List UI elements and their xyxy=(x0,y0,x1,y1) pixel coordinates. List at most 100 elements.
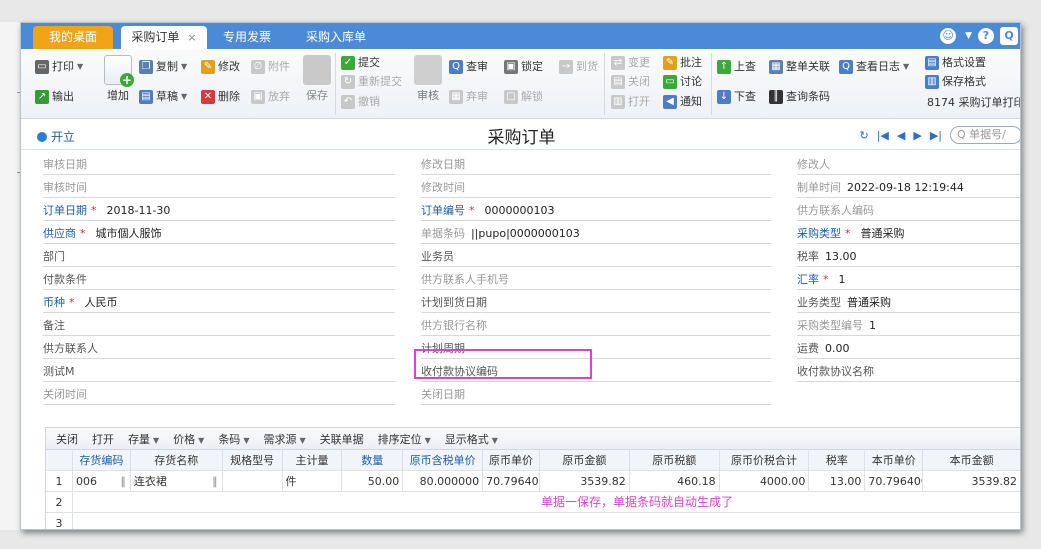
next-query-button[interactable]: ↓ 下查 xyxy=(717,87,756,107)
to-goods-button[interactable]: → 到货 xyxy=(559,57,598,77)
field-order-date[interactable]: 订单日期 * 2018-11-30 xyxy=(43,201,395,221)
revoke-button[interactable]: ↶ 撤销 xyxy=(341,92,380,112)
cell-unit[interactable]: 件 xyxy=(283,471,343,491)
col-header-code[interactable]: 存货编码 xyxy=(73,450,131,470)
col-header-name[interactable]: 存货名称 xyxy=(131,450,223,470)
first-record-icon[interactable]: |◀ xyxy=(877,129,889,142)
abandon-button[interactable]: ▣ 放弃 xyxy=(251,87,290,107)
table-row[interactable]: 2 xyxy=(46,492,1020,513)
table-row[interactable]: 1 006 ∥ 连衣裙 ∥ 件 50.00 80.000000 70.796400 … xyxy=(46,471,1020,492)
grid-linked-doc-button[interactable]: 关联单据 xyxy=(320,431,364,447)
col-header-qty[interactable]: 数量 xyxy=(342,450,404,470)
change-button[interactable]: ⇄ 变更 xyxy=(611,53,650,73)
query-barcode-button[interactable]: ║ 查询条码 xyxy=(769,87,830,107)
field-supplier-contact-code[interactable]: 供方联系人编码 xyxy=(797,201,1020,221)
grid-close-button[interactable]: 关闭 xyxy=(56,431,78,447)
col-header-local-amount[interactable]: 本币金额 xyxy=(923,450,1020,470)
field-creator-time[interactable]: 制单时间 2022-09-18 12:19:44 xyxy=(797,178,1020,198)
cell-code[interactable]: 006 ∥ xyxy=(73,471,131,491)
field-close-date[interactable]: 关闭日期 xyxy=(421,385,771,405)
notify-button[interactable]: ◀ 通知 xyxy=(663,92,702,112)
help-icon[interactable]: ? xyxy=(978,28,994,44)
attach-button[interactable]: ∅ 附件 xyxy=(251,57,290,77)
cell-local-amount[interactable]: 3539.82 xyxy=(923,471,1020,491)
field-salesman[interactable]: 业务员 xyxy=(421,247,771,267)
field-supplier[interactable]: 供应商 * 城市個人服饰 xyxy=(43,224,395,244)
print-template-select[interactable]: 8174 采购订单打印▼ xyxy=(927,93,1020,113)
field-modify-date[interactable]: 修改日期 xyxy=(421,155,771,175)
print-button[interactable]: ▭ 打印 ▼ xyxy=(35,57,83,77)
field-modifier[interactable]: 修改人 xyxy=(797,155,1020,175)
cell-local-price[interactable]: 70.796400 xyxy=(865,471,924,491)
cell-amount[interactable]: 3539.82 xyxy=(540,471,630,491)
cell-name[interactable]: 连衣裙 ∥ xyxy=(131,471,223,491)
query-audit-button[interactable]: Q 查审 xyxy=(449,57,488,77)
field-order-no[interactable]: 订单编号 * 0000000103 xyxy=(421,201,771,221)
close-icon[interactable]: × xyxy=(187,31,196,44)
add-button[interactable]: + 增加 xyxy=(103,55,134,103)
field-exchange-rate[interactable]: 汇率 * 1 xyxy=(797,270,1020,290)
col-header-unit[interactable]: 主计量 xyxy=(283,450,343,470)
paperclip-icon[interactable]: ∥ xyxy=(120,471,126,491)
field-barcode[interactable]: 单据条码 ||pupo|0000000103 xyxy=(421,224,771,244)
chevron-down-icon[interactable]: ▼ xyxy=(965,31,972,41)
field-supplier-contact[interactable]: 供方联系人 xyxy=(43,339,395,359)
col-header-tax[interactable]: 原币税额 xyxy=(630,450,720,470)
col-header-tax-price[interactable]: 原币含税单价 xyxy=(403,450,484,470)
smiley-icon[interactable]: ☺ xyxy=(940,28,957,44)
save-button[interactable]: 保存 xyxy=(303,55,331,103)
table-row[interactable]: 3 xyxy=(46,513,1020,529)
field-dept[interactable]: 部门 xyxy=(43,247,395,267)
tab-purchase-receipt[interactable]: 采购入库单 xyxy=(299,26,373,49)
cell-total[interactable]: 4000.00 xyxy=(720,471,810,491)
grid-display-format-button[interactable]: 显示格式 ▼ xyxy=(445,431,498,447)
resubmit-button[interactable]: ↻ 重新提交 xyxy=(341,72,402,92)
tab-my-desktop[interactable]: 我的桌面 xyxy=(33,26,113,49)
field-purchase-type-code[interactable]: 采购类型编号 1 xyxy=(797,316,1020,336)
view-log-button[interactable]: Q 查看日志 ▼ xyxy=(839,57,909,77)
paperclip-icon[interactable]: ∥ xyxy=(212,471,218,491)
field-modify-time[interactable]: 修改时间 xyxy=(421,178,771,198)
col-header-local-price[interactable]: 本币单价 xyxy=(865,450,924,470)
field-currency[interactable]: 币种 * 人民币 xyxy=(43,293,395,313)
prev-record-icon[interactable]: ◀ xyxy=(897,129,905,142)
col-header-total[interactable]: 原币价税合计 xyxy=(720,450,810,470)
field-freight[interactable]: 运费 0.00 xyxy=(797,339,1020,359)
unlock-button[interactable]: ▢ 解锁 xyxy=(504,87,543,107)
col-header-amount[interactable]: 原币金额 xyxy=(540,450,630,470)
draft-button[interactable]: ▤ 草稿 ▼ xyxy=(139,87,187,107)
grid-sort-button[interactable]: 排序定位 ▼ xyxy=(378,431,431,447)
cell-price[interactable]: 70.796400 xyxy=(483,471,540,491)
last-record-icon[interactable]: ▶| xyxy=(930,129,942,142)
annotate-button[interactable]: ✎ 批注 xyxy=(663,53,702,73)
lock-button[interactable]: ▣ 锁定 xyxy=(504,57,543,77)
field-audit-date[interactable]: 审核日期 xyxy=(43,155,395,175)
field-tax-rate[interactable]: 税率 13.00 xyxy=(797,247,1020,267)
grid-demand-button[interactable]: 需求源 ▼ xyxy=(263,431,305,447)
grid-barcode-button[interactable]: 条码 ▼ xyxy=(218,431,249,447)
format-setting-button[interactable]: ▤ 格式设置 xyxy=(925,53,986,73)
doc-search-input[interactable]: Q 单据号/ xyxy=(950,126,1020,144)
refresh-icon[interactable]: ↻ xyxy=(860,129,869,142)
next-record-icon[interactable]: ▶ xyxy=(913,129,921,142)
edit-button[interactable]: ✎ 修改 xyxy=(201,57,240,77)
field-purchase-type[interactable]: 采购类型 * 普通采购 xyxy=(797,224,1020,244)
save-format-button[interactable]: ▥ 保存格式 xyxy=(925,72,986,92)
cell-rate[interactable]: 13.00 xyxy=(809,471,866,491)
delete-button[interactable]: ✕ 删除 xyxy=(201,87,240,107)
tab-special-invoice[interactable]: 专用发票 xyxy=(217,26,277,49)
grid-stock-button[interactable]: 存量 ▼ xyxy=(128,431,159,447)
field-agreement-name[interactable]: 收付款协议名称 xyxy=(797,362,1020,382)
field-pay-terms[interactable]: 付款条件 xyxy=(43,270,395,290)
cell-tax[interactable]: 460.18 xyxy=(630,471,720,491)
export-button[interactable]: ↗ 输出 xyxy=(35,87,74,107)
prev-query-button[interactable]: ↑ 上查 xyxy=(717,57,756,77)
copy-button[interactable]: ❐ 复制 ▼ xyxy=(139,57,187,77)
field-plan-arrival[interactable]: 计划到货日期 xyxy=(421,293,771,313)
cell-spec[interactable] xyxy=(223,471,283,491)
field-test-m[interactable]: 测试M xyxy=(43,362,395,382)
col-header-price[interactable]: 原币单价 xyxy=(483,450,540,470)
open-button[interactable]: ▥ 打开 xyxy=(611,92,650,112)
whole-link-button[interactable]: ▦ 整单关联 xyxy=(769,57,830,77)
cell-tax-price[interactable]: 80.000000 xyxy=(403,471,484,491)
